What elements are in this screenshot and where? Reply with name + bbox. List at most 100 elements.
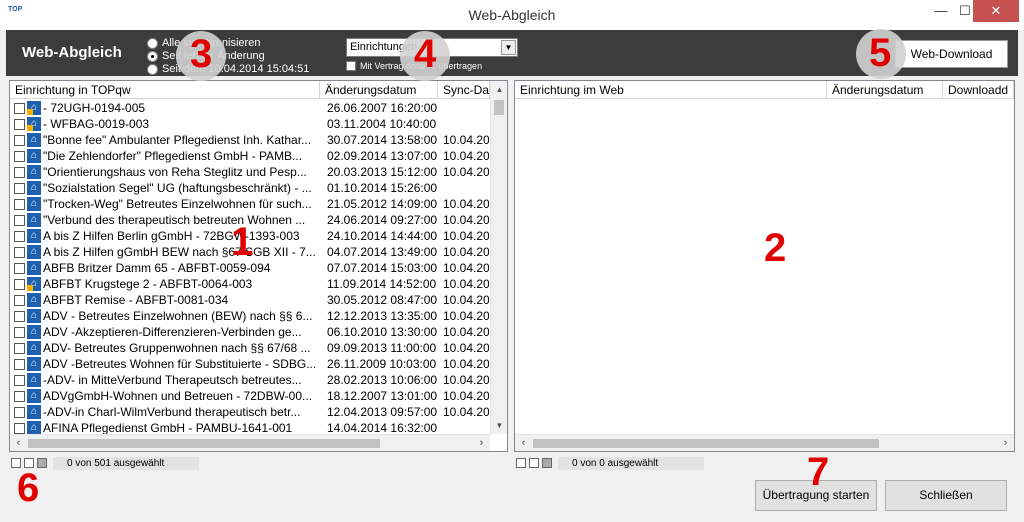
row-checkbox[interactable] [14,151,25,162]
table-row[interactable]: ⌂ "Sozialstation Segel" UG (haftungsbesch… [10,180,490,196]
row-checkbox[interactable] [14,359,25,370]
cell-einrichtung: ADVgGmbH-Wohnen und Betreuen - 72DBW-00.… [43,389,313,403]
cell-date: 24.10.2014 14:44:00 [327,229,438,243]
callout-1: 1 [231,220,254,264]
column-header-date[interactable]: Änderungsdatum [320,81,438,99]
cell-einrichtung: ADV -Akzeptieren-Differenzieren-Verbinde… [43,325,302,339]
scroll-left-icon[interactable]: ‹ [10,435,27,452]
cell-date: 30.07.2014 13:58:00 [327,133,438,147]
row-checkbox[interactable] [14,247,25,258]
house-icon: ⌂ [27,277,41,291]
table-row[interactable]: ⌂ ADV - Betreutes Einzelwohnen (BEW) nach… [10,308,490,324]
row-checkbox[interactable] [14,231,25,242]
row-checkbox[interactable] [14,343,25,354]
scroll-up-icon[interactable]: ▲ [491,81,508,98]
chevron-down-icon[interactable]: ▼ [501,40,516,55]
row-checkbox[interactable] [14,183,25,194]
cell-einrichtung: "Orientierungshaus von Reha Steglitz und… [43,165,307,179]
column-header-einrichtung-web[interactable]: Einrichtung im Web [515,81,827,99]
row-checkbox[interactable] [14,423,25,434]
cell-date: 11.09.2014 14:52:00 [327,277,437,291]
table-row[interactable]: ⌂ ABFBT Krugstege 2 - ABFBT-0064-003 11.09… [10,276,490,292]
toolbar-title: Web-Abgleich [22,44,122,61]
table-row[interactable]: ⌂ - 72UGH-0194-005 26.06.2007 16:20:00 [10,100,490,116]
scroll-right-icon[interactable]: › [997,435,1014,452]
row-checkbox[interactable] [14,327,25,338]
cell-sync: 10.04.20 [443,293,489,307]
table-rows: ⌂ - 72UGH-0194-005 26.06.2007 16:20:00 ⌂ -… [10,100,490,436]
table-row[interactable]: ⌂ "Die Zehlendorfer" Pflegedienst GmbH - … [10,148,490,164]
close-button[interactable]: Schließen [885,480,1007,511]
cell-date: 06.10.2010 13:30:00 [327,325,438,339]
house-icon: ⌂ [27,213,41,227]
row-checkbox[interactable] [14,263,25,274]
row-checkbox[interactable] [14,375,25,386]
table-row[interactable]: ⌂ ADV -Betreutes Wohnen für Substituierte… [10,356,490,372]
column-header-sync[interactable]: Sync-Da [438,81,490,99]
column-header-einrichtung[interactable]: Einrichtung in TOPqw [10,81,320,99]
scroll-thumb[interactable] [494,100,504,115]
table-row[interactable]: ⌂ ADV -Akzeptieren-Differenzieren-Verbind… [10,324,490,340]
scroll-thumb[interactable] [28,439,380,448]
row-checkbox[interactable] [14,167,25,178]
row-checkbox[interactable] [14,295,25,306]
cell-date: 12.12.2013 13:35:00 [327,309,438,323]
row-checkbox[interactable] [14,279,25,290]
vertical-scrollbar[interactable]: ▲ ▼ [490,81,507,434]
house-icon: ⌂ [27,149,41,163]
row-checkbox[interactable] [14,391,25,402]
invert-selection-icon[interactable] [542,458,552,468]
callout-3: 3 [190,32,213,76]
scroll-right-icon[interactable]: › [473,435,490,452]
table-row[interactable]: ⌂ - WFBAG-0019-003 03.11.2004 10:40:00 [10,116,490,132]
row-checkbox[interactable] [14,215,25,226]
table-row[interactable]: ⌂ "Trocken-Weg" Betreutes Einzelwohnen fü… [10,196,490,212]
horizontal-scrollbar[interactable]: ‹ › [10,434,490,451]
radio-button[interactable] [147,63,158,75]
row-checkbox[interactable] [14,103,25,114]
cell-einrichtung: -ADV-in Charl-WilmVerbund therapeutisch … [43,405,301,419]
cell-date: 30.05.2012 08:47:00 [327,293,438,307]
table-row[interactable]: ⌂ ABFBT Remise - ABFBT-0081-034 30.05.2012… [10,292,490,308]
scroll-down-icon[interactable]: ▼ [491,417,508,434]
radio-button[interactable] [147,37,158,49]
column-header-date[interactable]: Änderungsdatum [827,81,943,99]
radio-since-date[interactable]: Seit dem 10.04.2014 15:04:51 [147,62,309,76]
select-all-icon[interactable] [516,458,526,468]
row-checkbox[interactable] [14,407,25,418]
select-none-icon[interactable] [529,458,539,468]
radio-button[interactable] [147,50,158,62]
cell-date: 26.11.2009 10:03:00 [327,357,437,371]
table-row[interactable]: ⌂ ADVgGmbH-Wohnen und Betreuen - 72DBW-00… [10,388,490,404]
close-icon[interactable]: ✕ [973,0,1019,22]
table-header: Einrichtung im Web Änderungsdatum Downlo… [515,81,1014,99]
window-title: Web-Abgleich [468,7,556,23]
house-icon: ⌂ [27,357,41,371]
cell-einrichtung: - 72UGH-0194-005 [43,101,146,115]
cell-sync: 10.04.20 [443,389,489,403]
row-checkbox[interactable] [14,311,25,322]
table-row[interactable]: ⌂ "Orientierungshaus von Reha Steglitz un… [10,164,490,180]
cell-sync: 10.04.20 [443,325,489,339]
checkbox[interactable] [346,61,356,71]
column-header-download[interactable]: Downloadd [943,81,1014,99]
horizontal-scrollbar[interactable]: ‹ › [515,434,1014,451]
cell-sync: 10.04.20 [443,405,489,419]
cell-einrichtung: -ADV- in MitteVerbund Therapeutsch betre… [43,373,302,387]
table-row[interactable]: ⌂ "Bonne fee" Ambulanter Pflegedienst Inh… [10,132,490,148]
scroll-left-icon[interactable]: ‹ [515,435,532,452]
row-checkbox[interactable] [14,199,25,210]
right-selection-bar: 0 von 0 ausgewählt [516,456,704,470]
table-row[interactable]: ⌂ ADV- Betreutes Gruppenwohnen nach §§ 67… [10,340,490,356]
row-checkbox[interactable] [14,119,25,130]
cell-einrichtung: ADV -Betreutes Wohnen für Substituierte … [43,357,317,371]
table-row[interactable]: ⌂ -ADV-in Charl-WilmVerbund therapeutisch… [10,404,490,420]
scroll-thumb[interactable] [533,439,879,448]
cell-sync: 10.04.20 [443,165,489,179]
topqw-list-panel[interactable]: Einrichtung in TOPqw Änderungsdatum Sync… [9,80,508,452]
house-icon: ⌂ [27,181,41,195]
table-row[interactable]: ⌂ -ADV- in MitteVerbund Therapeutsch betr… [10,372,490,388]
web-download-button[interactable]: Web-Download [895,40,1008,68]
row-checkbox[interactable] [14,135,25,146]
callout-6: 6 [17,466,40,510]
